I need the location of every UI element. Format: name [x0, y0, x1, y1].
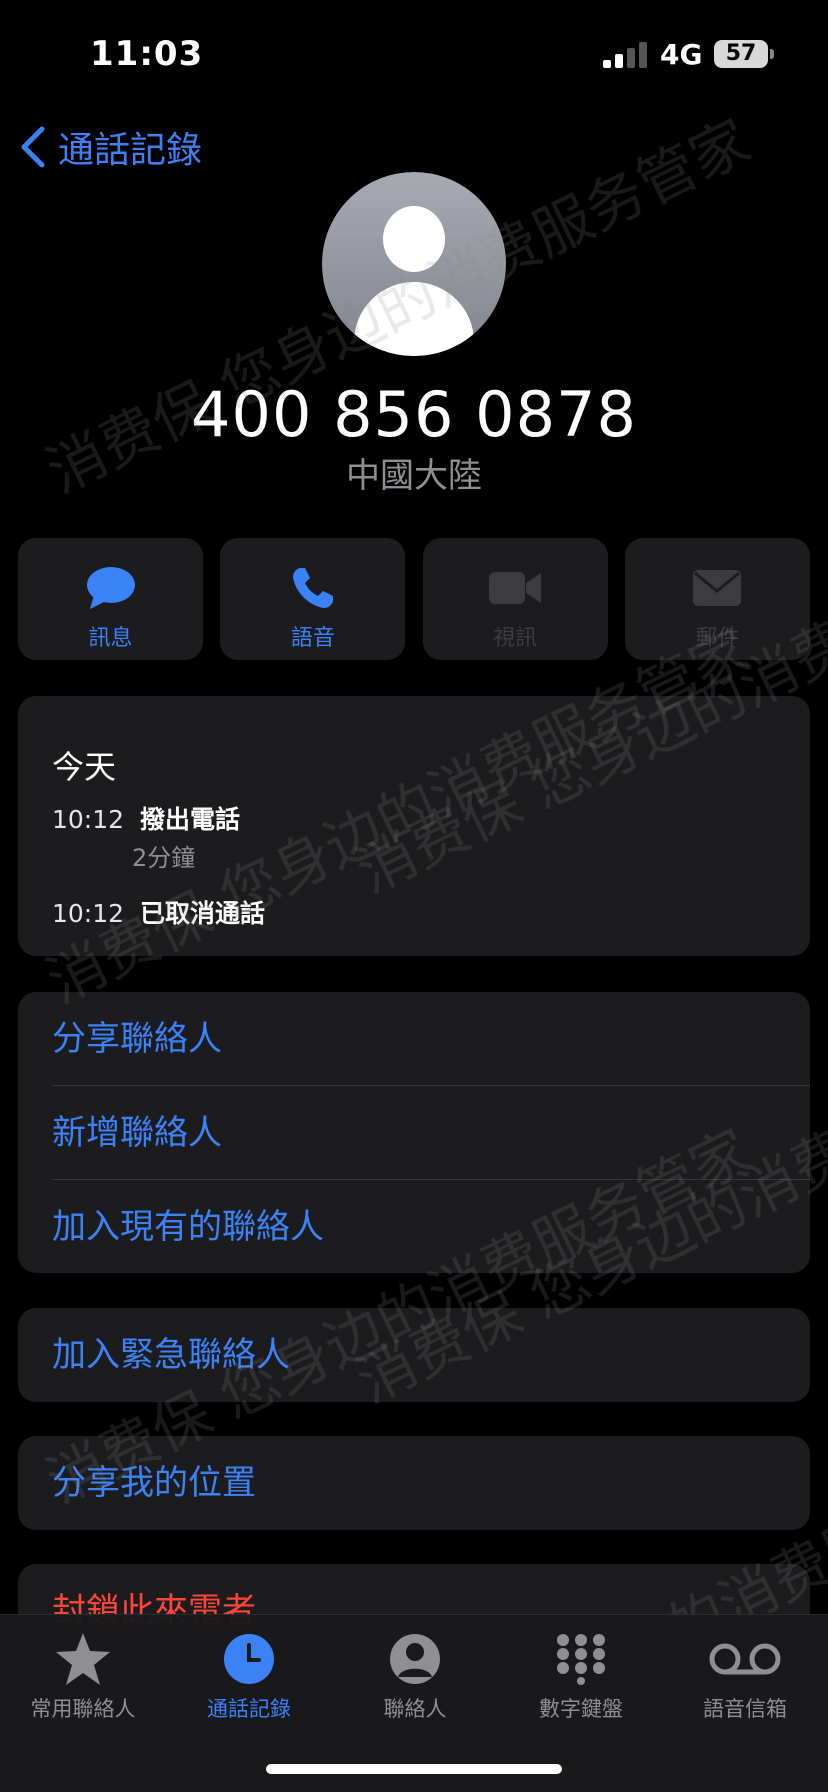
mail-button[interactable]: 郵件: [624, 538, 810, 660]
history-entry-desc: 撥出電話: [139, 805, 240, 834]
voicemail-icon: [709, 1643, 781, 1675]
location-card: 分享我的位置: [18, 1436, 810, 1530]
avatar-body: [354, 282, 474, 356]
back-label: 通話記錄: [58, 130, 203, 171]
video-call-label: 視訊: [493, 626, 538, 651]
tab-keypad-label: 數字鍵盤: [539, 1697, 623, 1721]
voice-call-button[interactable]: 語音: [220, 538, 406, 660]
home-indicator[interactable]: [266, 1764, 562, 1774]
history-entry-duration: 2分鐘: [132, 844, 196, 872]
message-button[interactable]: 訊息: [18, 538, 203, 660]
phone-number: 400 856 0878: [191, 378, 637, 451]
message-icon: [86, 567, 135, 609]
keypad-icon: [557, 1634, 605, 1685]
avatar-head: [383, 206, 445, 272]
history-entry-time: 10:12: [52, 805, 125, 834]
share-contact-button[interactable]: 分享聯絡人: [18, 992, 810, 1086]
message-label: 訊息: [88, 626, 133, 651]
new-contact-button[interactable]: 新增聯絡人: [18, 1086, 810, 1180]
tab-keypad[interactable]: 數字鍵盤: [498, 1615, 664, 1723]
chevron-left-icon: [21, 126, 45, 168]
history-entry-desc: 已取消通話: [139, 899, 265, 928]
battery-icon: 57: [714, 40, 774, 68]
history-entry: 10:12 撥出電話: [52, 800, 240, 836]
share-location-button[interactable]: 分享我的位置: [18, 1436, 810, 1530]
action-buttons: 訊息 語音 視訊 郵件: [18, 538, 810, 660]
add-to-existing-contact-button[interactable]: 加入現有的聯絡人: [18, 1180, 810, 1274]
tab-recents-label: 通話記錄: [207, 1697, 291, 1721]
tab-favorites[interactable]: 常用聯絡人: [0, 1615, 166, 1723]
tab-recents[interactable]: 通話記錄: [166, 1615, 332, 1723]
tab-voicemail-label: 語音信箱: [703, 1697, 787, 1721]
contact-avatar: [322, 172, 506, 356]
call-history-card: 今天 10:12 撥出電話 2分鐘 10:12 已取消通話: [18, 696, 810, 956]
clock-icon: [224, 1634, 274, 1684]
contact-options-card: 分享聯絡人 新增聯絡人 加入現有的聯絡人: [18, 992, 810, 1273]
emergency-card: 加入緊急聯絡人: [18, 1308, 810, 1402]
mail-icon: [693, 570, 742, 606]
add-emergency-contact-button[interactable]: 加入緊急聯絡人: [18, 1308, 810, 1402]
tab-voicemail[interactable]: 語音信箱: [662, 1615, 828, 1723]
back-button[interactable]: 通話記錄: [18, 122, 202, 172]
tab-contacts[interactable]: 聯絡人: [332, 1615, 498, 1723]
star-icon: [56, 1633, 110, 1685]
cellular-signal-icon: [603, 42, 651, 68]
history-entry: 10:12 已取消通話: [52, 894, 265, 930]
mail-label: 郵件: [695, 626, 740, 651]
status-bar: 11:03 4G 57: [0, 0, 828, 100]
status-time: 11:03: [90, 34, 204, 74]
history-day: 今天: [52, 748, 117, 786]
history-entry-time: 10:12: [52, 899, 125, 928]
phone-region: 中國大陸: [346, 456, 482, 496]
tab-favorites-label: 常用聯絡人: [30, 1697, 136, 1721]
tab-contacts-label: 聯絡人: [383, 1697, 447, 1721]
network-type: 4G: [660, 38, 703, 71]
video-call-button[interactable]: 視訊: [422, 538, 608, 660]
person-circle-icon: [390, 1634, 440, 1684]
voice-call-label: 語音: [290, 626, 335, 651]
video-icon: [489, 572, 542, 604]
phone-icon: [292, 568, 333, 608]
